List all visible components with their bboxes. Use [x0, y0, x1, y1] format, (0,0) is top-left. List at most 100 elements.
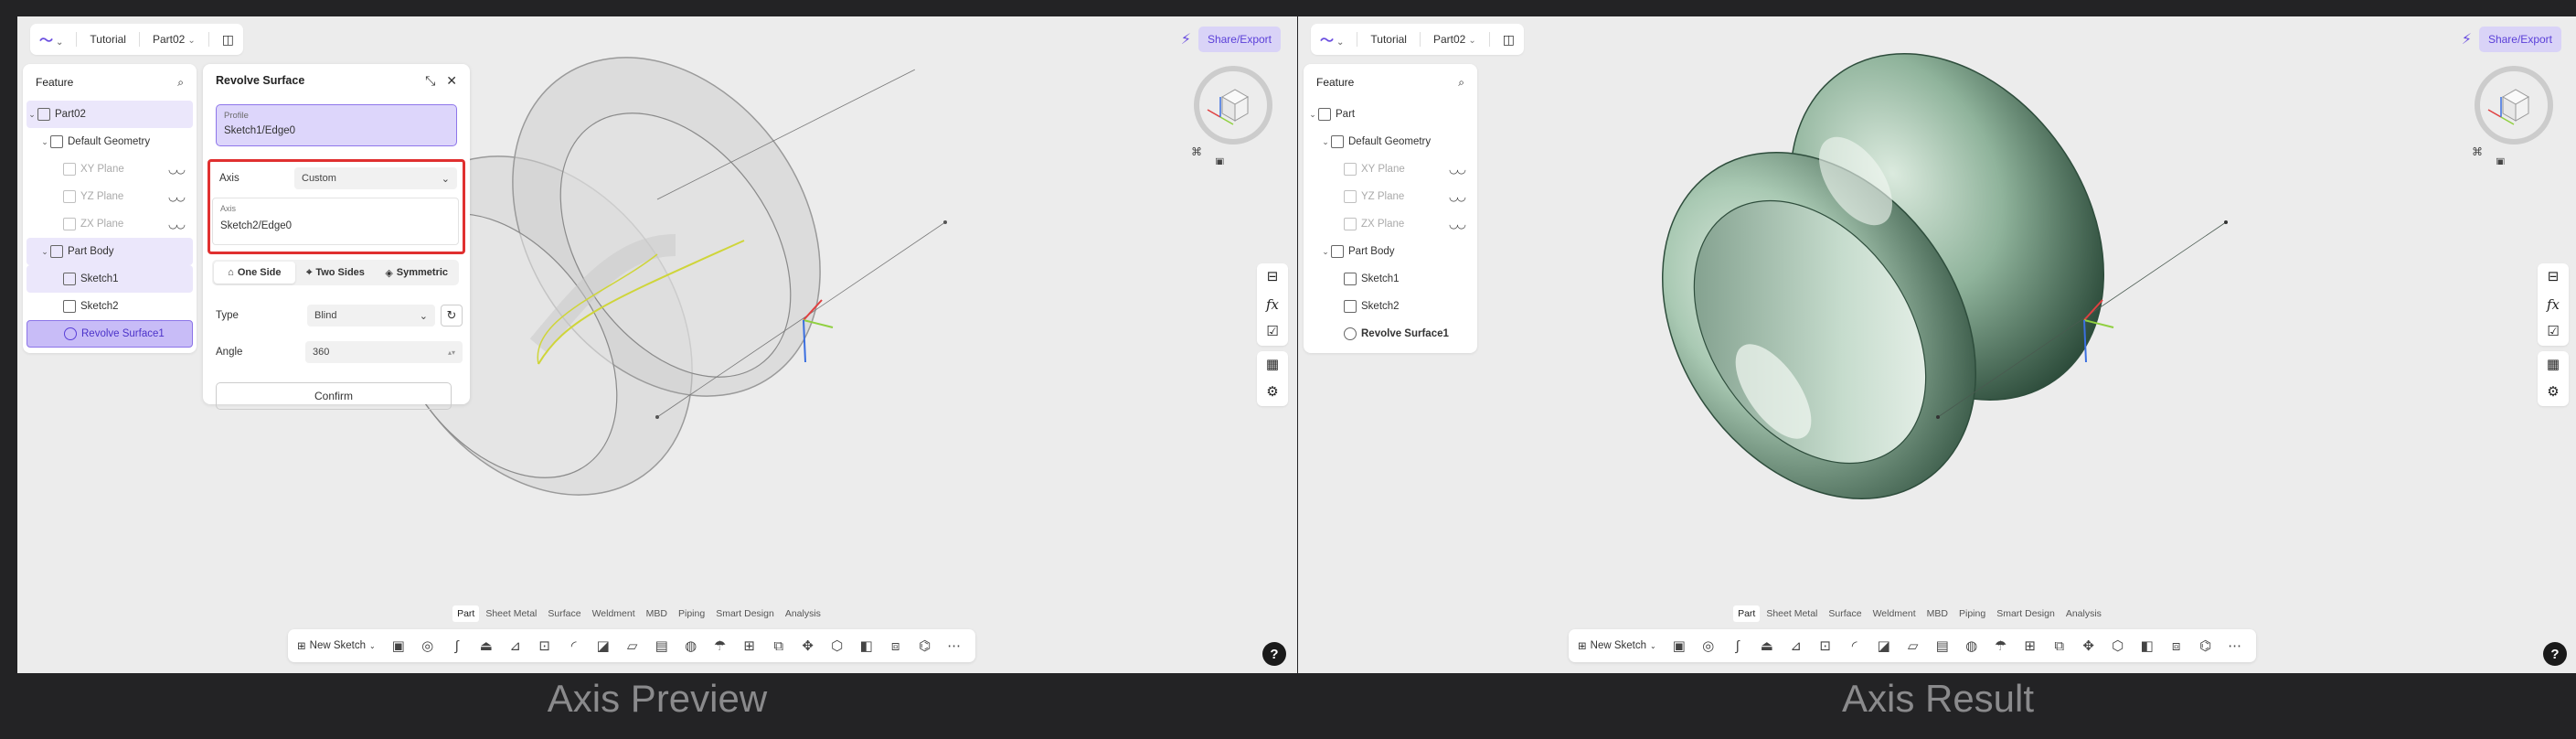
tree-item-zx-plane[interactable]: ZX Plane ◡◡ [27, 210, 193, 238]
tab-mbd[interactable]: MBD [642, 605, 672, 622]
tree-item-part-body[interactable]: ⌄ Part Body [27, 238, 193, 265]
move-icon[interactable]: ✥ [796, 634, 820, 658]
tab-weldment[interactable]: Weldment [588, 605, 640, 622]
tab-part[interactable]: Part [452, 605, 480, 622]
hole-icon[interactable]: ⊡ [533, 634, 557, 658]
visibility-icon[interactable]: ◡◡ [168, 190, 186, 203]
view-cube[interactable]: ⌘ ▣ [2468, 64, 2560, 165]
measure-icon[interactable]: ⌬ [913, 634, 937, 658]
tree-item-xy-plane[interactable]: XY Plane ◡◡ [1307, 155, 1474, 183]
formula-icon[interactable]: fx [1266, 296, 1279, 313]
tree-item-default-geometry[interactable]: ⌄ Default Geometry [1307, 128, 1474, 155]
tab-smart-design[interactable]: Smart Design [711, 605, 779, 622]
share-export-button[interactable]: Share/Export [1198, 27, 1281, 52]
loft-icon[interactable]: ⏏ [474, 634, 498, 658]
fillet-icon[interactable]: ◜ [1843, 634, 1867, 658]
new-sketch-button[interactable]: ⊞ New Sketch ⌄ [1578, 639, 1662, 652]
more-icon[interactable]: ⋯ [2223, 634, 2247, 658]
visibility-icon[interactable]: ◡◡ [1449, 218, 1466, 230]
tab-analysis[interactable]: Analysis [781, 605, 825, 622]
more-icon[interactable]: ⋯ [942, 634, 966, 658]
rib-icon[interactable]: ⊿ [504, 634, 527, 658]
table-icon[interactable]: ▦ [2547, 357, 2560, 373]
loft-icon[interactable]: ⏏ [1755, 634, 1779, 658]
sweep-icon[interactable]: ∫ [445, 634, 469, 658]
angle-input[interactable]: 360 ▴▾ [305, 341, 463, 363]
tree-item-zx-plane[interactable]: ZX Plane ◡◡ [1307, 210, 1474, 238]
tree-item-default-geometry[interactable]: ⌄ Default Geometry [27, 128, 193, 155]
properties-icon[interactable]: ⊟ [2548, 269, 2560, 285]
tools-icon[interactable]: ⚙ [1266, 384, 1278, 401]
symmetric-button[interactable]: ◈ Symmetric [376, 262, 457, 284]
tree-item-revolve-surface1[interactable]: Revolve Surface1 [27, 320, 193, 348]
tab-smart-design[interactable]: Smart Design [1992, 605, 2060, 622]
tab-weldment[interactable]: Weldment [1868, 605, 1921, 622]
body-icon[interactable]: ⬡ [2106, 634, 2130, 658]
tree-item-sketch2[interactable]: Sketch2 [1307, 293, 1474, 320]
two-sides-button[interactable]: ⌖ Two Sides [295, 262, 377, 284]
profile-field[interactable]: Profile Sketch1/Edge0 [216, 104, 457, 146]
chamfer-icon[interactable]: ◪ [591, 634, 615, 658]
logo-icon[interactable]: 〜 ⌄ [1320, 30, 1344, 49]
type-select[interactable]: Blind ⌄ [307, 305, 435, 327]
tab-surface[interactable]: Surface [1824, 605, 1866, 622]
revolve-icon[interactable]: ◎ [416, 634, 440, 658]
mirror-icon[interactable]: ⧉ [2048, 634, 2071, 658]
revolve-icon[interactable]: ◎ [1697, 634, 1720, 658]
tree-item-sketch1[interactable]: Sketch1 [1307, 265, 1474, 293]
extrude-icon[interactable]: ▣ [387, 634, 410, 658]
search-icon[interactable]: ⌕ [1458, 76, 1464, 90]
tab-part[interactable]: Part [1733, 605, 1761, 622]
pattern-icon[interactable]: ⊞ [2018, 634, 2042, 658]
formula-icon[interactable]: fx [2547, 296, 2560, 313]
visibility-icon[interactable]: ◡◡ [1449, 190, 1466, 203]
confirm-button[interactable]: Confirm [216, 382, 452, 410]
tree-item-sketch2[interactable]: Sketch2 [27, 293, 193, 320]
close-icon[interactable]: ✕ [446, 73, 457, 89]
one-side-button[interactable]: ⌂ One Side [214, 262, 295, 284]
tree-item-part[interactable]: ⌄ Part [1307, 101, 1474, 128]
tree-item-yz-plane[interactable]: YZ Plane ◡◡ [1307, 183, 1474, 210]
measure-icon[interactable]: ⌬ [2194, 634, 2218, 658]
sidebar-toggle-icon[interactable]: ◫ [222, 32, 234, 48]
viewport-result[interactable] [1298, 16, 2576, 673]
shell-icon[interactable]: ▤ [650, 634, 674, 658]
pattern-icon[interactable]: ⊞ [738, 634, 761, 658]
body-icon[interactable]: ⬡ [825, 634, 849, 658]
tree-item-xy-plane[interactable]: XY Plane ◡◡ [27, 155, 193, 183]
mirror-icon[interactable]: ⧉ [767, 634, 791, 658]
view-cube[interactable]: ⌘ ▣ [1187, 64, 1279, 165]
combine-icon[interactable]: ⧈ [884, 634, 908, 658]
tab-analysis[interactable]: Analysis [2061, 605, 2106, 622]
dome-icon[interactable]: ☂ [1989, 634, 2013, 658]
sweep-icon[interactable]: ∫ [1726, 634, 1750, 658]
thread-icon[interactable]: ◍ [1960, 634, 1984, 658]
split-icon[interactable]: ◧ [2135, 634, 2159, 658]
checklist-icon[interactable]: ☑ [2547, 324, 2559, 340]
tree-item-yz-plane[interactable]: YZ Plane ◡◡ [27, 183, 193, 210]
visibility-icon[interactable]: ◡◡ [168, 163, 186, 176]
tree-item-part-body[interactable]: ⌄ Part Body [1307, 238, 1474, 265]
combine-icon[interactable]: ⧈ [2165, 634, 2188, 658]
reverse-direction-icon[interactable]: ↻ [441, 305, 463, 327]
tree-item-part[interactable]: ⌄ Part02 [27, 101, 193, 128]
dome-icon[interactable]: ☂ [708, 634, 732, 658]
tab-surface[interactable]: Surface [543, 605, 585, 622]
tree-item-revolve-surface1[interactable]: Revolve Surface1 [1307, 320, 1474, 348]
shell-icon[interactable]: ▤ [1931, 634, 1954, 658]
logo-icon[interactable]: 〜 ⌄ [39, 30, 63, 49]
tree-item-sketch1[interactable]: Sketch1 [27, 265, 193, 293]
chamfer-icon[interactable]: ◪ [1872, 634, 1896, 658]
draft-icon[interactable]: ▱ [1901, 634, 1925, 658]
visibility-icon[interactable]: ◡◡ [168, 218, 186, 230]
properties-icon[interactable]: ⊟ [1267, 269, 1279, 285]
split-icon[interactable]: ◧ [855, 634, 878, 658]
search-icon[interactable]: ⌕ [177, 76, 184, 90]
checklist-icon[interactable]: ☑ [1266, 324, 1278, 340]
draft-icon[interactable]: ▱ [621, 634, 644, 658]
tools-icon[interactable]: ⚙ [2547, 384, 2559, 401]
breadcrumb-tutorial[interactable]: Tutorial [1370, 33, 1407, 46]
pin-icon[interactable]: ⤡ [425, 73, 435, 89]
move-icon[interactable]: ✥ [2077, 634, 2101, 658]
new-sketch-button[interactable]: ⊞ New Sketch ⌄ [297, 639, 381, 652]
